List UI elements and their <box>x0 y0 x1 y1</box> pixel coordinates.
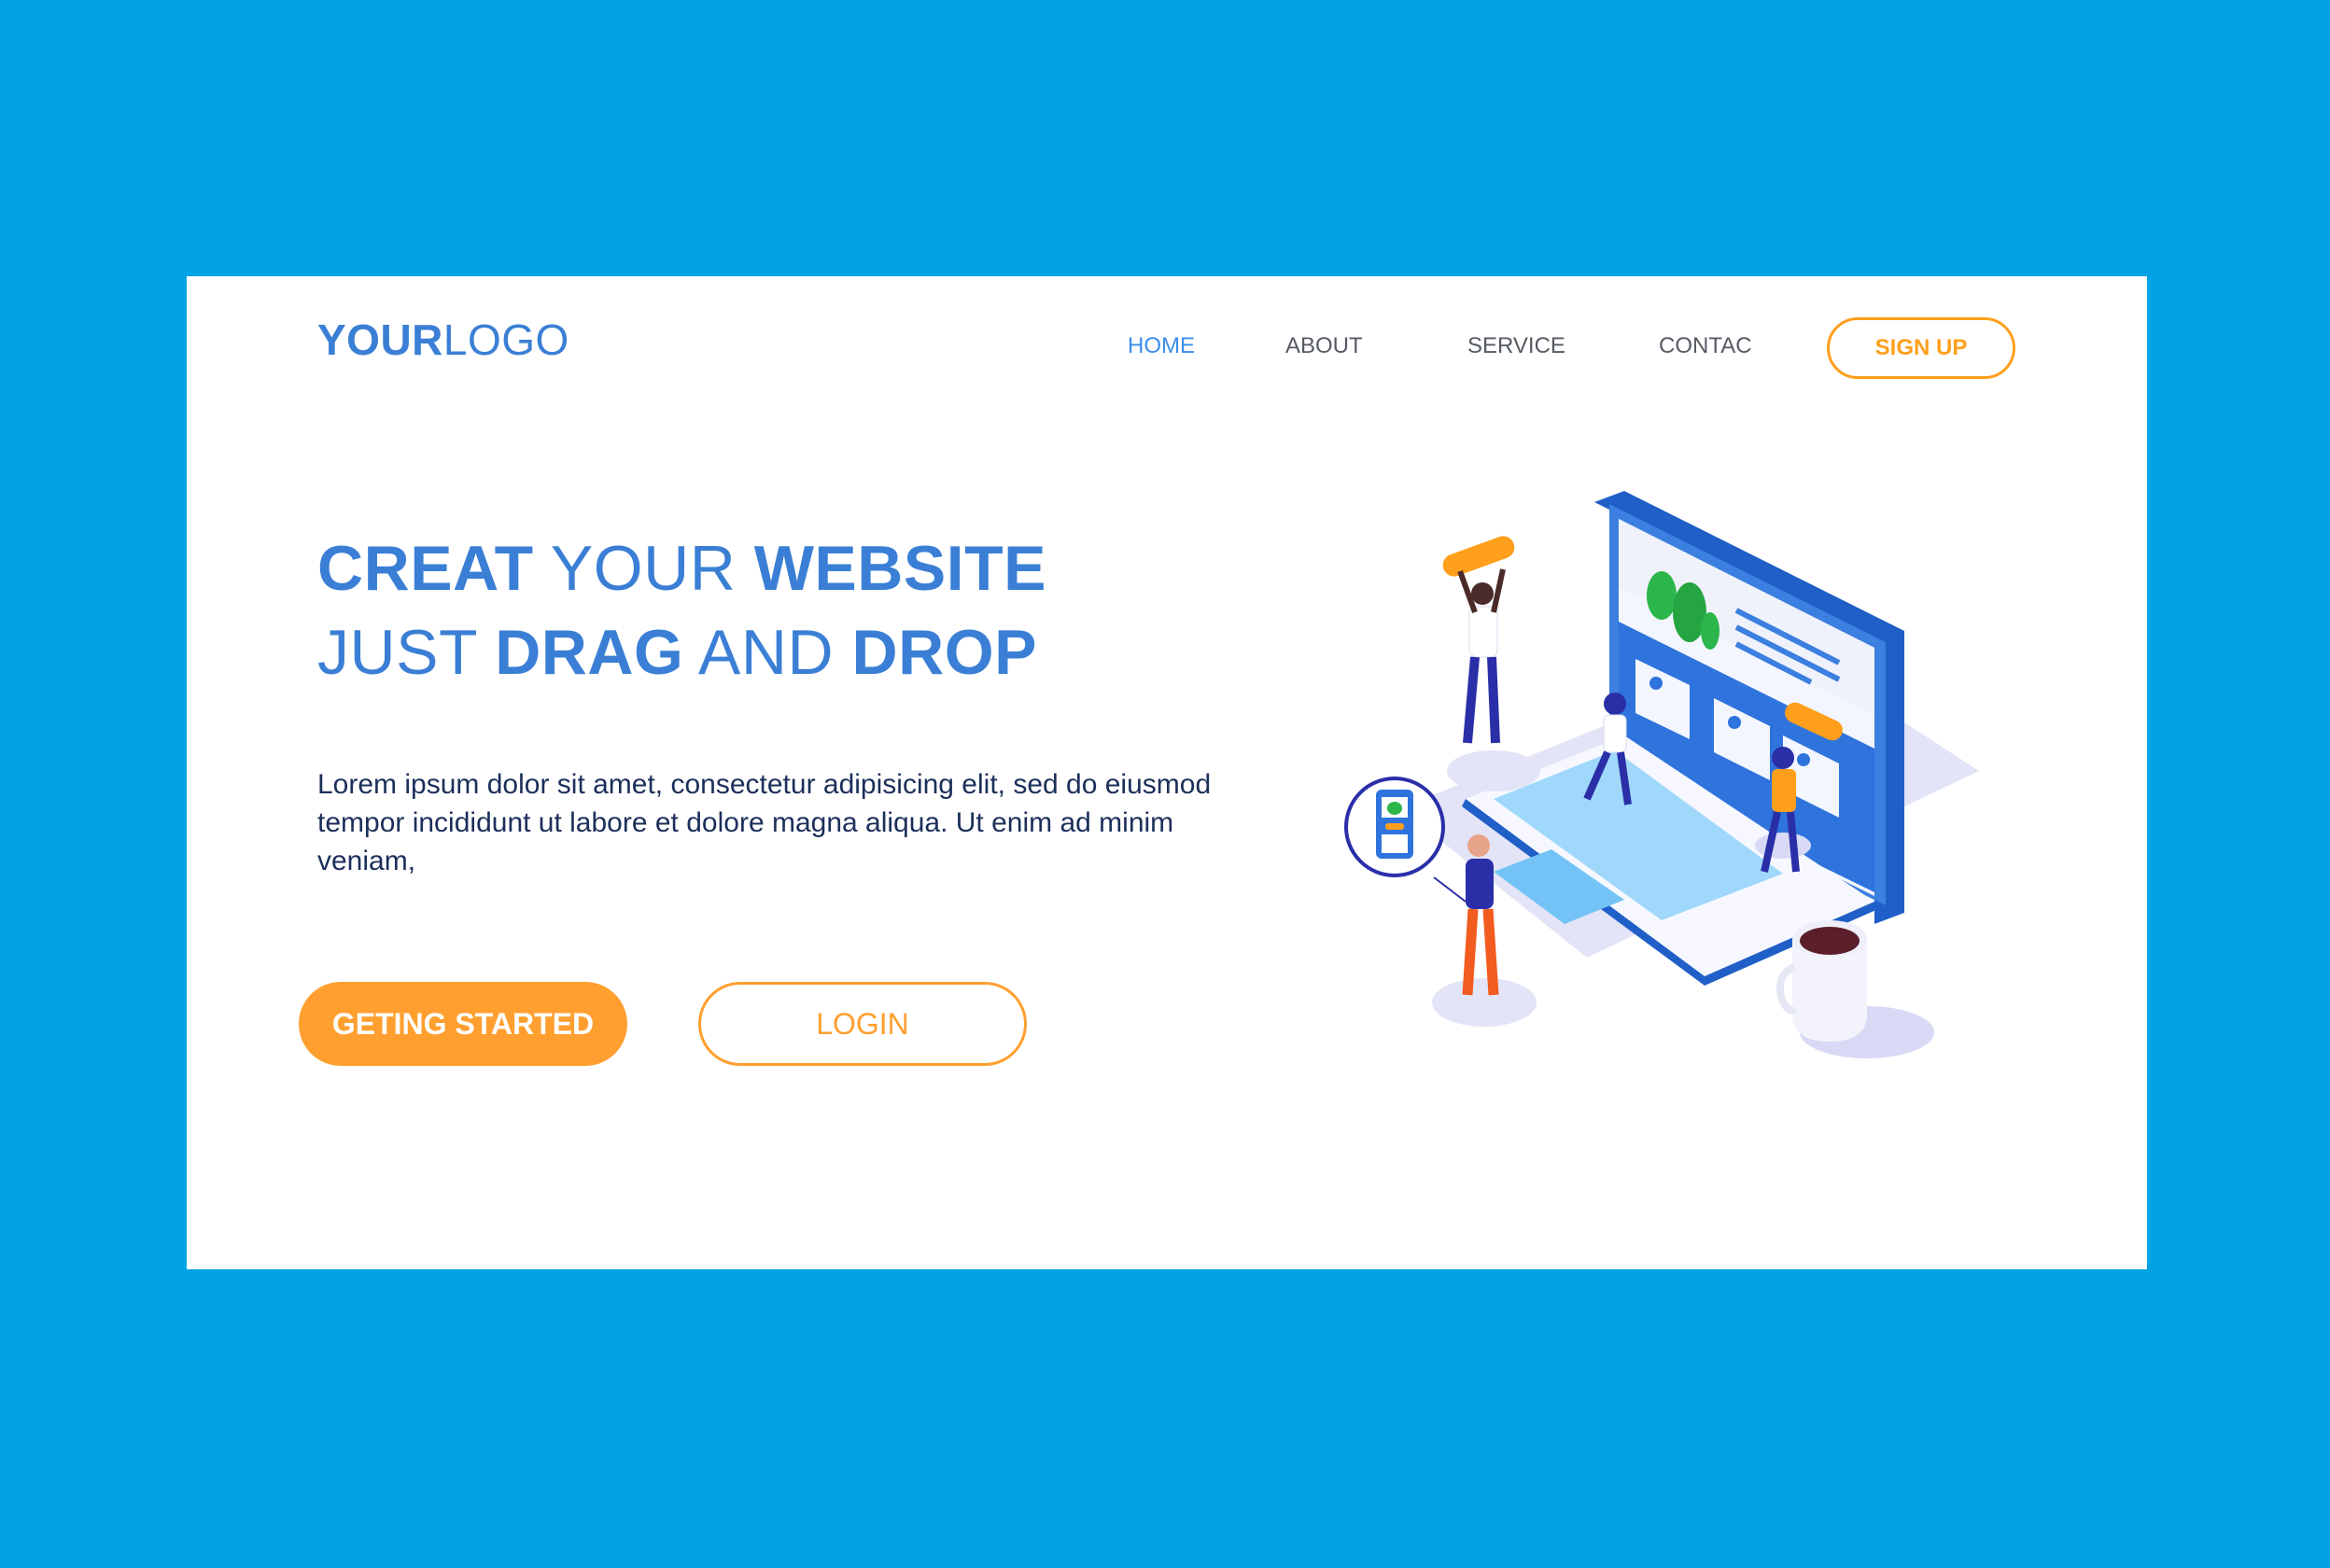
hero-title: CREAT YOUR WEBSITE JUST DRAG AND DROP <box>317 526 1046 694</box>
hero-title-line-2: JUST DRAG AND DROP <box>317 610 1046 694</box>
hero-word-just: JUST <box>317 617 477 688</box>
person-icon <box>1442 536 1540 791</box>
hero-word-website: WEBSITE <box>753 533 1047 604</box>
nav-service[interactable]: SERVICE <box>1467 335 1565 357</box>
logo-light-text: LOGO <box>442 315 569 364</box>
nav-contac[interactable]: CONTAC <box>1659 335 1752 357</box>
getting-started-button[interactable]: GETING STARTED <box>299 982 627 1066</box>
coffee-cup-icon <box>1776 920 1934 1058</box>
hero-word-drop: DROP <box>851 617 1037 688</box>
sign-up-button[interactable]: SIGN UP <box>1827 317 2015 379</box>
logo-strong-text: YOUR <box>317 315 443 364</box>
login-button[interactable]: LOGIN <box>698 982 1027 1066</box>
nav-home[interactable]: HOME <box>1128 335 1195 357</box>
hero-illustration <box>1344 491 1979 1058</box>
hero-word-and: AND <box>698 617 835 688</box>
logo[interactable]: YOURLOGO <box>317 318 569 361</box>
hero-word-drag: DRAG <box>495 617 684 688</box>
hero-title-line-1: CREAT YOUR WEBSITE <box>317 526 1046 610</box>
hero-word-creat: CREAT <box>317 533 534 604</box>
hero-word-your: YOUR <box>550 533 737 604</box>
hero-description: Lorem ipsum dolor sit amet, consectetur … <box>317 769 1212 876</box>
nav-about[interactable]: ABOUT <box>1285 335 1363 357</box>
landing-card: YOURLOGO HOME ABOUT SERVICE CONTAC SIGN … <box>187 276 2147 1269</box>
